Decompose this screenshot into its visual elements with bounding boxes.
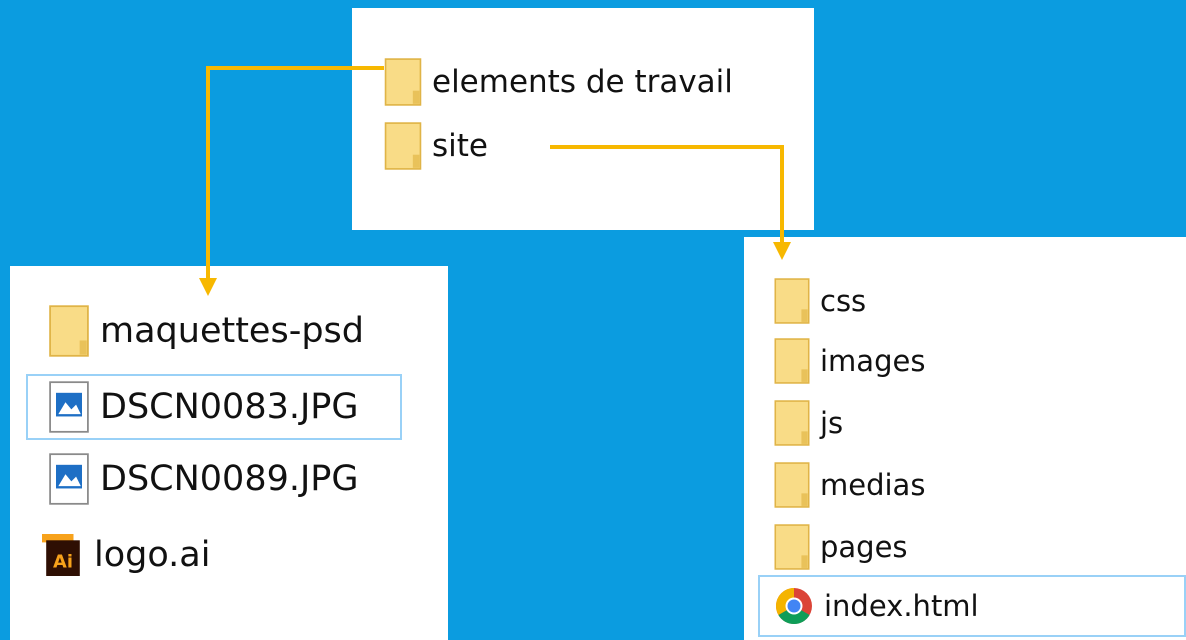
file-item-dscn0089[interactable]: DSCN0089.JPG (48, 450, 359, 508)
folder-item-medias[interactable]: medias (774, 459, 925, 511)
folder-icon (384, 122, 422, 170)
item-label: elements de travail (432, 64, 733, 100)
file-item-index-html[interactable]: index.html (758, 575, 1186, 637)
folder-icon (774, 400, 810, 446)
svg-text:Ai: Ai (53, 552, 73, 573)
item-label: index.html (824, 589, 979, 623)
folder-item-elements-de-travail[interactable]: elements de travail (384, 56, 733, 108)
item-label: DSCN0089.JPG (100, 459, 359, 499)
folder-icon (384, 58, 422, 106)
folder-item-images[interactable]: images (774, 335, 925, 387)
folder-item-maquettes-psd[interactable]: maquettes-psd (48, 302, 364, 360)
chrome-html-icon (775, 588, 812, 625)
item-label: css (820, 284, 867, 318)
item-label: js (820, 406, 844, 440)
item-label: pages (820, 530, 908, 564)
folder-icon (774, 338, 810, 384)
folder-panel-root: elements de travail site (352, 8, 814, 230)
illustrator-file-icon: Ai (42, 534, 80, 576)
folder-icon (774, 462, 810, 508)
item-label: maquettes-psd (100, 311, 364, 351)
folder-icon (774, 278, 810, 324)
item-label: images (820, 344, 926, 378)
file-item-logo-ai[interactable]: Ai logo.ai (42, 526, 210, 584)
folder-item-site[interactable]: site (384, 120, 488, 172)
file-item-dscn0083[interactable]: DSCN0083.JPG (26, 374, 402, 440)
folder-icon (774, 524, 810, 570)
item-label: site (432, 128, 488, 164)
image-file-icon (49, 381, 89, 433)
folder-item-js[interactable]: js (774, 397, 843, 449)
item-label: logo.ai (94, 535, 211, 575)
folder-panel-site: css images js medias pages index.html (744, 237, 1186, 640)
folder-item-css[interactable]: css (774, 275, 866, 327)
folder-item-pages[interactable]: pages (774, 521, 908, 573)
item-label: medias (820, 468, 926, 502)
folder-icon (49, 305, 89, 357)
folder-panel-elements-de-travail: maquettes-psd DSCN0083.JPG DSCN0089.JPG … (10, 266, 448, 640)
image-file-icon (49, 453, 89, 505)
item-label: DSCN0083.JPG (100, 387, 359, 427)
